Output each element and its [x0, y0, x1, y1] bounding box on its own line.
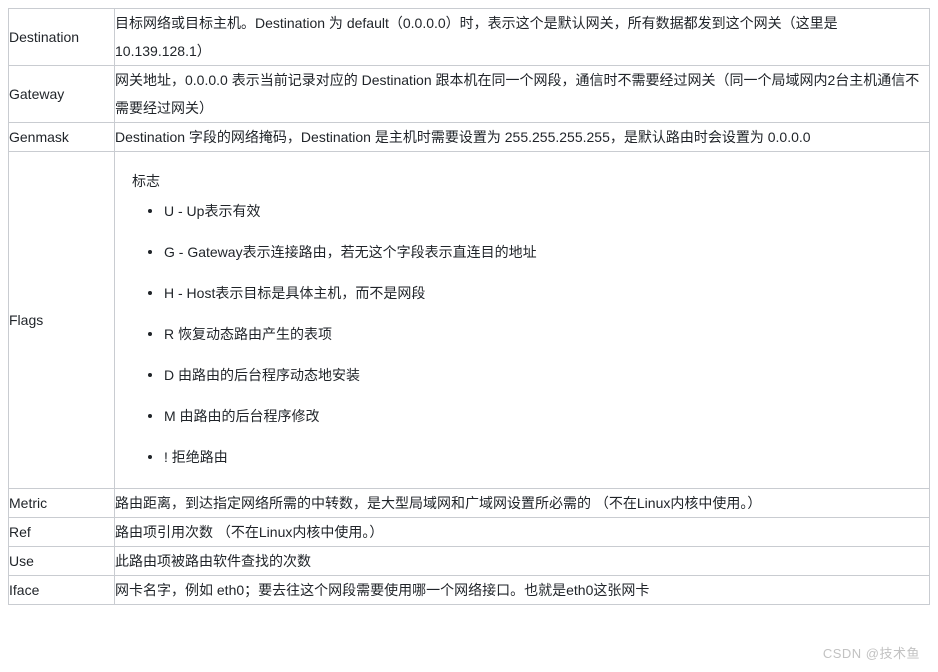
table-body: Destination 目标网络或目标主机。Destination 为 defa… [8, 8, 930, 605]
list-item: D 由路由的后台程序动态地安装 [148, 364, 911, 386]
list-item: ! 拒绝路由 [148, 446, 911, 468]
table-row: Destination 目标网络或目标主机。Destination 为 defa… [8, 8, 930, 66]
list-item: R 恢复动态路由产生的表项 [148, 323, 911, 345]
field-name-cell: Flags [8, 151, 115, 489]
list-item: M 由路由的后台程序修改 [148, 405, 911, 427]
list-item-label: G - Gateway表示连接路由，若无这个字段表示直连目的地址 [164, 244, 537, 260]
watermark: CSDN @技术鱼 [822, 646, 920, 661]
field-description-cell: 网卡名字，例如 eth0；要去往这个网段需要使用哪一个网络接口。也就是eth0这… [114, 575, 930, 605]
list-item: G - Gateway表示连接路由，若无这个字段表示直连目的地址 [148, 241, 911, 263]
document-root: Destination 目标网络或目标主机。Destination 为 defa… [8, 8, 930, 605]
field-name-cell: Destination [8, 8, 115, 66]
table-row: Ref 路由项引用次数 （不在Linux内核中使用。） [8, 517, 930, 547]
field-name-cell: Metric [8, 488, 115, 518]
flags-list: U - Up表示有效 G - Gateway表示连接路由，若无这个字段表示直连目… [132, 200, 911, 468]
table-row: Metric 路由距离，到达指定网络所需的中转数，是大型局域网和广域网设置所必需… [8, 488, 930, 518]
field-name-cell: Ref [8, 517, 115, 547]
bullet-icon [148, 250, 152, 254]
list-item-label: D 由路由的后台程序动态地安装 [164, 367, 360, 383]
field-name-cell: Iface [8, 575, 115, 605]
table-row-flags: Flags 标志 U - Up表示有效 G - Gateway表示连接路由，若无… [8, 151, 930, 489]
bullet-icon [148, 291, 152, 295]
list-item-label: U - Up表示有效 [164, 203, 261, 219]
table-row: Genmask Destination 字段的网络掩码，Destination … [8, 122, 930, 152]
field-description-cell: 网关地址，0.0.0.0 表示当前记录对应的 Destination 跟本机在同… [114, 65, 930, 123]
field-description-cell: 目标网络或目标主机。Destination 为 default（0.0.0.0）… [114, 8, 930, 66]
list-item-label: R 恢复动态路由产生的表项 [164, 326, 332, 342]
field-name-cell: Gateway [8, 65, 115, 123]
bullet-icon [148, 414, 152, 418]
field-description-cell: 标志 U - Up表示有效 G - Gateway表示连接路由，若无这个字段表示… [114, 151, 930, 489]
table-row: Gateway 网关地址，0.0.0.0 表示当前记录对应的 Destinati… [8, 65, 930, 123]
flags-title: 标志 [132, 173, 160, 189]
list-item: U - Up表示有效 [148, 200, 911, 222]
field-name-cell: Genmask [8, 122, 115, 152]
list-item: H - Host表示目标是具体主机，而不是网段 [148, 282, 911, 304]
field-description-cell: Destination 字段的网络掩码，Destination 是主机时需要设置… [114, 122, 930, 152]
bullet-icon [148, 332, 152, 336]
list-item-label: M 由路由的后台程序修改 [164, 408, 320, 424]
bullet-icon [148, 455, 152, 459]
field-description-cell: 此路由项被路由软件查找的次数 [114, 546, 930, 576]
field-name-cell: Use [8, 546, 115, 576]
bullet-icon [148, 373, 152, 377]
field-description-cell: 路由距离，到达指定网络所需的中转数，是大型局域网和广域网设置所必需的 （不在Li… [114, 488, 930, 518]
table-row: Iface 网卡名字，例如 eth0；要去往这个网段需要使用哪一个网络接口。也就… [8, 575, 930, 605]
field-description-cell: 路由项引用次数 （不在Linux内核中使用。） [114, 517, 930, 547]
route-fields-table: Destination 目标网络或目标主机。Destination 为 defa… [8, 8, 930, 605]
list-item-label: ! 拒绝路由 [164, 449, 228, 465]
bullet-icon [148, 209, 152, 213]
table-row: Use 此路由项被路由软件查找的次数 [8, 546, 930, 576]
list-item-label: H - Host表示目标是具体主机，而不是网段 [164, 285, 426, 301]
